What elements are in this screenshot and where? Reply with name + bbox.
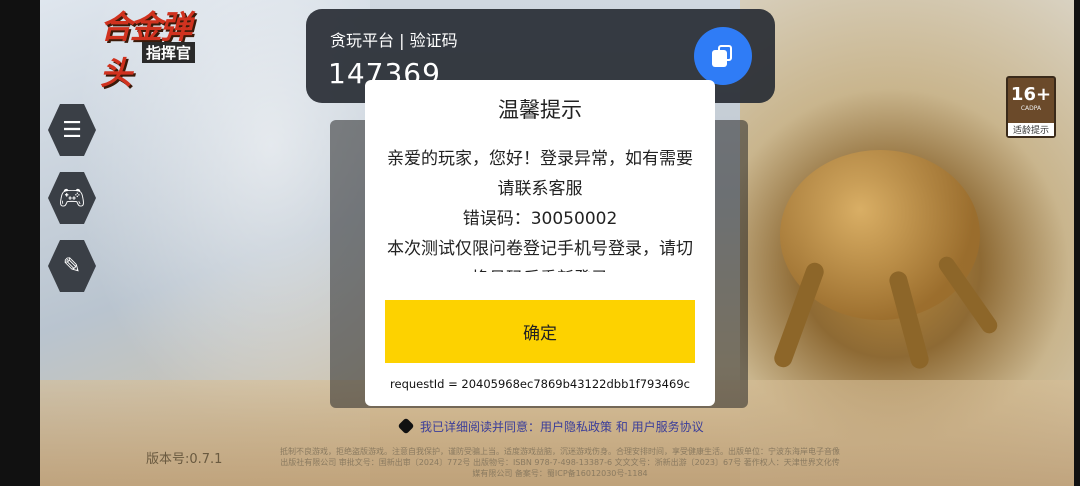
- copy-icon: [712, 45, 734, 67]
- dialog-message-line: 亲爱的玩家，您好！登录异常，如有需要请联系客服: [387, 149, 693, 199]
- age-rating-number: 16+: [1010, 84, 1052, 105]
- verification-title: 贪玩平台 | 验证码: [330, 31, 458, 50]
- copy-code-button[interactable]: [694, 27, 752, 85]
- gamepad-icon: 🎮︎: [58, 185, 86, 211]
- request-id: requestId = 20405968ec7869b43122dbb1f793…: [390, 377, 690, 391]
- game-background: 合金弹头 指挥官 ☰ 🎮︎ ✎ 16+ CADPA 适龄提示 贪玩平台 | 验证…: [0, 0, 1080, 486]
- edit-note-icon: ✎: [62, 253, 82, 279]
- confirm-button[interactable]: 确定: [385, 300, 695, 363]
- agreement-row[interactable]: 我已详细阅读并同意：用户隐私政策 和 用户服务协议: [397, 417, 704, 435]
- announcement-icon: ☰: [62, 117, 82, 143]
- logo-subtitle: 指挥官: [142, 42, 196, 63]
- dialog-title: 温馨提示: [498, 98, 582, 122]
- notice-dialog: 温馨提示 亲爱的玩家，您好！登录异常，如有需要请联系客服 错误码：3005000…: [365, 80, 715, 406]
- game-logo: 合金弹头 指挥官: [60, 2, 210, 92]
- left-letterbox: [0, 0, 40, 486]
- age-rating-tip: 适龄提示: [1008, 123, 1054, 136]
- legal-notice: 抵制不良游戏，拒绝盗版游戏。注意自我保护，谨防受骗上当。适度游戏益脑，沉迷游戏伤…: [280, 447, 840, 478]
- agreement-checkbox-icon[interactable]: [397, 417, 415, 435]
- agreement-text[interactable]: 我已详细阅读并同意：用户隐私政策 和 用户服务协议: [420, 420, 704, 434]
- version-label: 版本号:0.7.1: [146, 452, 223, 467]
- age-rating-org: CADPA: [1020, 105, 1042, 112]
- dialog-message-line: 本次测试仅限问卷登记手机号登录，请切换号码后重新登录: [387, 239, 693, 272]
- age-rating-badge[interactable]: 16+ CADPA 适龄提示: [1006, 76, 1056, 138]
- dialog-error-code: 错误码：30050002: [462, 209, 618, 229]
- right-letterbox: [1074, 0, 1080, 486]
- dialog-message[interactable]: 亲爱的玩家，您好！登录异常，如有需要请联系客服 错误码：30050002 本次测…: [379, 144, 701, 272]
